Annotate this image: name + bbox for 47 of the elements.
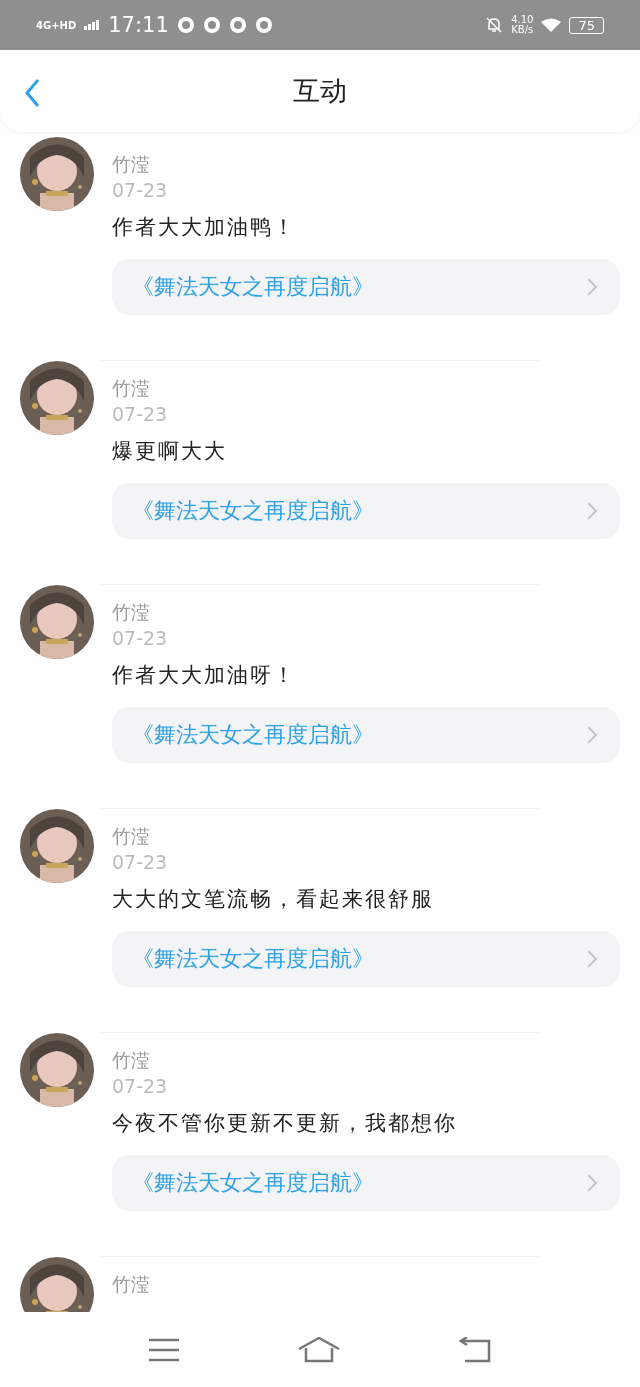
comment-date: 07-23 [112, 626, 168, 651]
book-link-card[interactable]: 《舞法天女之再度启航》 [112, 483, 620, 539]
user-name: 竹滢 [112, 824, 150, 849]
app-notification-icon [228, 16, 247, 34]
app-notification-icon [176, 16, 195, 34]
battery-level: 75 [569, 16, 604, 34]
app-notification-icon [202, 16, 221, 34]
user-name: 竹滢 [112, 1048, 150, 1073]
comment-date: 07-23 [112, 1074, 168, 1099]
book-title: 《舞法天女之再度启航》 [132, 721, 375, 749]
app-notification-icon [254, 16, 273, 34]
comment-date: 07-23 [112, 850, 168, 875]
signal-icon [84, 20, 101, 30]
wifi-icon [541, 18, 562, 32]
book-link-card[interactable]: 《舞法天女之再度启航》 [112, 707, 620, 763]
book-link-card[interactable]: 《舞法天女之再度启航》 [112, 931, 620, 987]
user-name: 竹滢 [112, 1272, 150, 1297]
menu-icon[interactable] [149, 1337, 180, 1362]
book-link-card[interactable]: 《舞法天女之再度启航》 [112, 1155, 620, 1211]
chevron-right-icon [586, 501, 598, 521]
comment-text: 爆更啊大大 [112, 438, 227, 465]
network-type: 4G+HD [36, 19, 77, 31]
clock: 17:11 [108, 13, 169, 37]
comment-text: 大大的文笔流畅，看起来很舒服 [112, 886, 434, 913]
comment-text: 今夜不管你更新不更新，我都想你 [112, 1110, 457, 1137]
chevron-right-icon [586, 1173, 598, 1193]
comment-date: 07-23 [112, 178, 168, 203]
user-name: 竹滢 [112, 376, 150, 401]
book-title: 《舞法天女之再度启航》 [132, 497, 375, 525]
network-speed: 4.10 [511, 15, 534, 25]
book-link-card[interactable]: 《舞法天女之再度启航》 [112, 259, 620, 315]
back-nav-icon[interactable] [458, 1336, 491, 1363]
comment-text: 作者大大加油呀！ [112, 662, 296, 689]
chevron-right-icon [586, 277, 598, 297]
book-title: 《舞法天女之再度启航》 [132, 273, 375, 301]
page-title: 互动 [293, 74, 347, 108]
user-name: 竹滢 [112, 600, 150, 625]
muted-bell-icon [485, 16, 504, 34]
comment-date: 07-23 [112, 402, 168, 427]
speed-unit: KB/s [511, 25, 534, 35]
book-title: 《舞法天女之再度启航》 [132, 945, 375, 973]
book-title: 《舞法天女之再度启航》 [132, 1169, 375, 1197]
home-icon[interactable] [298, 1336, 340, 1363]
user-name: 竹滢 [112, 152, 150, 177]
comment-text: 作者大大加油鸭！ [112, 214, 296, 241]
chevron-right-icon [586, 949, 598, 969]
chevron-right-icon [586, 725, 598, 745]
